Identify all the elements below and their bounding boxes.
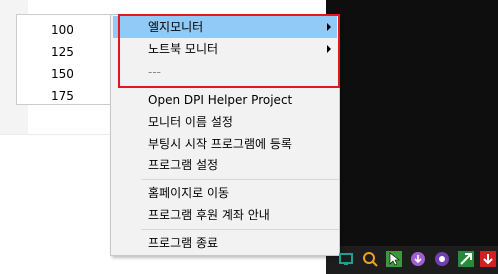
chrome-icon[interactable] (458, 251, 474, 267)
menu-item-go-homepage[interactable]: 홈페이지로 이동 (113, 182, 337, 204)
scale-option-100[interactable]: 100 (17, 19, 110, 41)
annotation-highlight-box (118, 14, 340, 88)
menu-item-monitor-name-settings[interactable]: 모니터 이름 설정 (113, 111, 337, 133)
menu-item-exit[interactable]: 프로그램 종료 (113, 232, 337, 254)
desktop-area (326, 0, 498, 274)
download-icon[interactable] (410, 251, 426, 267)
scale-submenu: 100 125 150 175 (16, 14, 111, 105)
scale-option-125[interactable]: 125 (17, 41, 110, 63)
menu-separator (141, 179, 339, 180)
menu-item-program-settings[interactable]: 프로그램 설정 (113, 154, 337, 176)
menu-item-register-startup[interactable]: 부팅시 시작 프로그램에 등록 (113, 133, 337, 155)
dpi-helper-icon[interactable] (338, 251, 354, 267)
menu-item-open-project[interactable]: Open DPI Helper Project (113, 89, 337, 111)
scale-option-175[interactable]: 175 (17, 85, 110, 107)
pointer-icon[interactable] (386, 251, 402, 267)
menu-item-donation-info[interactable]: 프로그램 후원 계좌 안내 (113, 204, 337, 226)
menu-separator (141, 229, 339, 230)
search-icon[interactable] (362, 251, 378, 267)
red-download-icon[interactable] (480, 251, 496, 267)
scale-option-150[interactable]: 150 (17, 63, 110, 85)
purple-app-icon[interactable] (434, 251, 450, 267)
